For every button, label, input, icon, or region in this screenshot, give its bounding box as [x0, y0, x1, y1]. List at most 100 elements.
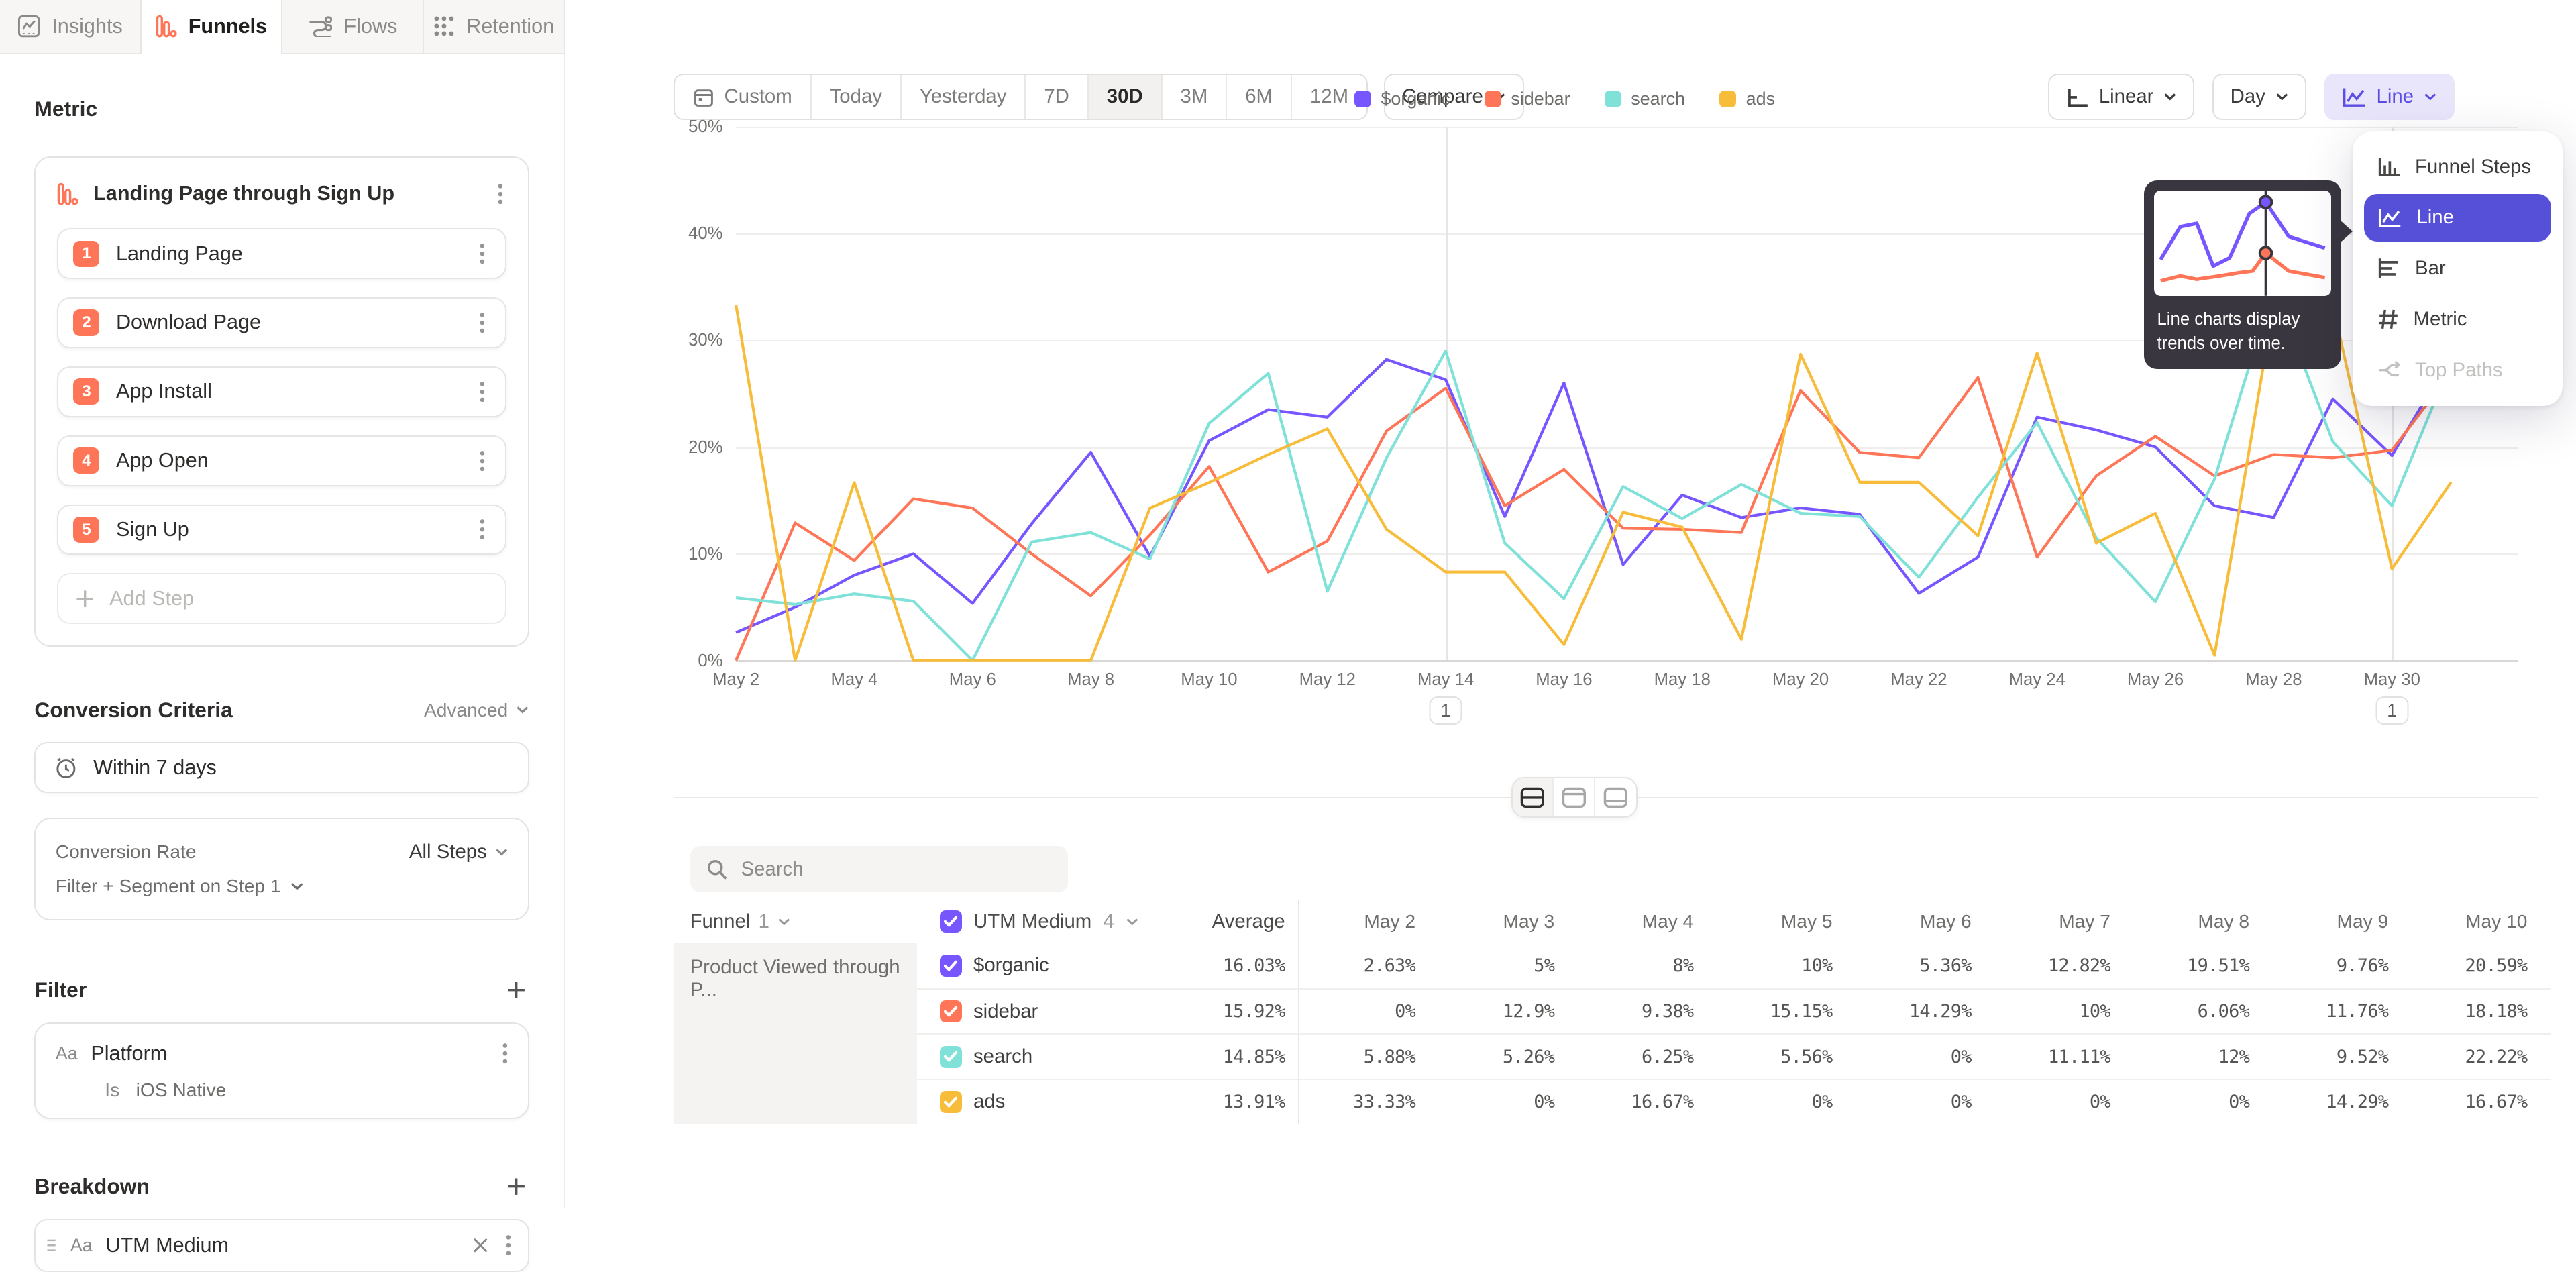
tooltip-arrow: [2340, 220, 2353, 243]
chevron-down-icon: [1126, 918, 1139, 926]
row-date-value: 6.06%: [2133, 988, 2272, 1033]
add-breakdown-button[interactable]: [503, 1173, 529, 1200]
bottom-panel-button[interactable]: [1595, 778, 1636, 816]
chart-type-option-line[interactable]: Line: [2364, 194, 2551, 242]
tab-retention[interactable]: Retention: [424, 0, 566, 54]
row-date-value: 6.25%: [1577, 1033, 1716, 1078]
row-date-value: 5.36%: [1856, 943, 1994, 988]
insights-icon: [17, 15, 40, 38]
step-kebab-menu-icon[interactable]: [476, 446, 489, 476]
row-checkbox[interactable]: [940, 1000, 962, 1022]
funnel-steps-icon: [2377, 156, 2400, 178]
chart-type-option-bar[interactable]: Bar: [2364, 245, 2551, 293]
clock-icon: [54, 755, 78, 780]
table-row-organic[interactable]: $organic: [917, 943, 1196, 988]
row-date-value: 2.63%: [1299, 943, 1438, 988]
advanced-label: Advanced: [424, 700, 508, 721]
date-column-header[interactable]: May 7: [1994, 900, 2133, 943]
top-panel-button[interactable]: [1554, 778, 1595, 816]
funnel-metric-icon: [57, 182, 78, 205]
metric-icon: [2377, 309, 2399, 330]
chart-type-option-metric[interactable]: Metric: [2364, 296, 2551, 343]
step-number-badge: 5: [73, 517, 99, 543]
step-label: Landing Page: [116, 242, 460, 266]
funnel-step-5[interactable]: 5Sign Up: [57, 505, 506, 555]
funnel-kebab-menu-icon[interactable]: [494, 179, 507, 209]
row-segment-label: search: [973, 1045, 1032, 1068]
date-column-header[interactable]: May 2: [1299, 900, 1438, 943]
breakdown-utm-medium-card[interactable]: Aa UTM Medium: [34, 1219, 529, 1271]
funnel-step-3[interactable]: 3App Install: [57, 366, 506, 417]
row-date-value: 0%: [1438, 1079, 1577, 1124]
date-column-header[interactable]: May 9: [2272, 900, 2411, 943]
breakdown-column-header[interactable]: UTM Medium 4: [917, 900, 1196, 943]
series-line-organic[interactable]: [736, 356, 2451, 633]
filter-segment-label: Filter + Segment on Step 1: [56, 876, 281, 897]
add-step-button[interactable]: Add Step: [57, 573, 506, 624]
chart-type-option-funnel-steps[interactable]: Funnel Steps: [2364, 143, 2551, 191]
date-column-header[interactable]: May 4: [1577, 900, 1716, 943]
top-panel-icon: [1562, 787, 1587, 808]
tab-funnels[interactable]: Funnels: [142, 0, 283, 54]
funnel-title: Landing Page through Sign Up: [93, 182, 479, 205]
row-checkbox[interactable]: [940, 955, 962, 977]
add-filter-button[interactable]: [503, 977, 529, 1003]
search-input[interactable]: [741, 858, 1051, 881]
filter-platform-card[interactable]: Aa Platform Is iOS Native: [34, 1022, 529, 1119]
date-column-header[interactable]: May 3: [1438, 900, 1577, 943]
table-search[interactable]: [690, 846, 1068, 892]
funnel-step-1[interactable]: 1 Landing Page: [57, 228, 506, 279]
date-column-header[interactable]: May 5: [1717, 900, 1856, 943]
chevron-down-icon: [516, 706, 529, 714]
step-number-badge: 1: [73, 241, 99, 267]
conversion-window-label: Within 7 days: [93, 756, 217, 780]
row-date-value: 5.56%: [1717, 1033, 1856, 1078]
step-kebab-menu-icon[interactable]: [476, 308, 489, 337]
funnel-step-4[interactable]: 4App Open: [57, 435, 506, 486]
date-column-header[interactable]: May 8: [2133, 900, 2272, 943]
row-checkbox[interactable]: [940, 1046, 962, 1068]
filter-kebab-menu-icon[interactable]: [498, 1039, 512, 1068]
row-date-value: 12.9%: [1438, 988, 1577, 1033]
row-date-value: 16.67%: [1577, 1079, 1716, 1124]
filter-segment-dropdown[interactable]: Filter + Segment on Step 1: [56, 870, 508, 903]
all-steps-dropdown[interactable]: All Steps: [409, 841, 508, 863]
row-date-value: 10%: [1994, 988, 2133, 1033]
drag-handle-icon[interactable]: [46, 1237, 57, 1253]
row-checkbox[interactable]: [940, 1091, 962, 1113]
date-column-header[interactable]: May 10: [2412, 900, 2551, 943]
funnel-column-header[interactable]: Funnel 1: [674, 900, 916, 943]
advanced-dropdown[interactable]: Advanced: [424, 700, 529, 721]
tab-flows[interactable]: Flows: [282, 0, 424, 54]
conversion-window-button[interactable]: Within 7 days: [34, 742, 529, 793]
tab-insights[interactable]: Insights: [0, 0, 142, 54]
table-row-sidebar[interactable]: sidebar: [917, 988, 1196, 1033]
funnel-metric-card: Landing Page through Sign Up 1 Landing Pa…: [34, 156, 529, 647]
table-group-label: Product Viewed through P...: [674, 943, 916, 1124]
remove-breakdown-icon[interactable]: [472, 1237, 488, 1253]
row-date-value: 15.15%: [1717, 988, 1856, 1033]
top-paths-icon: [2377, 360, 2400, 380]
step-label: App Open: [116, 449, 460, 472]
step-kebab-menu-icon[interactable]: [476, 515, 489, 544]
date-column-header[interactable]: May 6: [1856, 900, 1994, 943]
row-date-value: 0%: [1856, 1033, 1994, 1078]
step-kebab-menu-icon[interactable]: [476, 239, 489, 268]
average-column-header[interactable]: Average: [1196, 900, 1299, 943]
breakdown-column-label: UTM Medium: [973, 910, 1091, 933]
filter-value[interactable]: iOS Native: [136, 1079, 227, 1101]
breakdown-table: Funnel 1 UTM Medium 4 Average May 2May 3…: [674, 900, 2551, 1124]
filter-operator[interactable]: Is: [105, 1079, 119, 1101]
row-date-value: 5.26%: [1438, 1033, 1577, 1078]
select-all-checkbox[interactable]: [940, 910, 962, 933]
split-view-button[interactable]: [1513, 778, 1554, 816]
breakdown-kebab-menu-icon[interactable]: [502, 1230, 515, 1260]
table-row-ads[interactable]: ads: [917, 1079, 1196, 1124]
row-date-value: 0%: [1717, 1079, 1856, 1124]
funnel-step-2[interactable]: 2Download Page: [57, 297, 506, 348]
step-kebab-menu-icon[interactable]: [476, 377, 489, 407]
conversion-rate-label: Conversion Rate: [56, 841, 197, 863]
breakdown-heading: Breakdown: [34, 1174, 150, 1199]
table-row-search[interactable]: search: [917, 1033, 1196, 1078]
average-column-label: Average: [1212, 910, 1285, 933]
